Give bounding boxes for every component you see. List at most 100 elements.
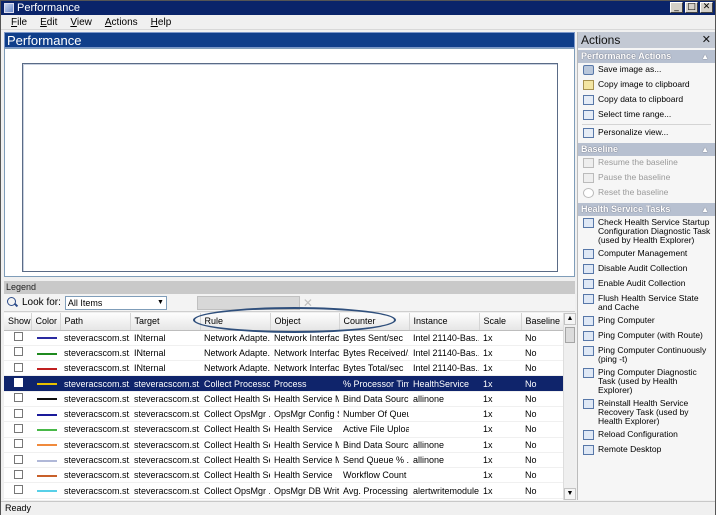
menu-actions[interactable]: Actions bbox=[105, 17, 138, 28]
column-header-path[interactable]: Path bbox=[60, 313, 131, 331]
table-row[interactable]: steveracscom.st... steveracscom.st... Coll… bbox=[4, 406, 563, 423]
color-cell bbox=[31, 421, 60, 438]
scroll-thumb[interactable] bbox=[565, 327, 575, 343]
menu-view[interactable]: View bbox=[70, 17, 92, 28]
column-header-target[interactable]: Target bbox=[130, 313, 201, 331]
performance-graph[interactable] bbox=[22, 63, 558, 272]
table-row[interactable]: steveracscom.st... steveracscom.st... Coll… bbox=[4, 391, 563, 407]
look-for-input[interactable]: ✕ bbox=[196, 295, 313, 310]
section-header[interactable]: Performance Actions ▲ bbox=[578, 50, 715, 63]
show-cell bbox=[4, 452, 31, 469]
column-header-object[interactable]: Object bbox=[270, 313, 340, 331]
look-for-label: Look for: bbox=[22, 297, 61, 308]
path-cell: steveracscom.st... bbox=[60, 421, 130, 438]
close-button[interactable]: ✕ bbox=[700, 2, 713, 13]
scale-cell: 1x bbox=[479, 406, 521, 423]
baseline-cell: No bbox=[521, 406, 563, 423]
show-checkbox[interactable] bbox=[14, 362, 23, 372]
action-item[interactable]: Disable Audit Collection bbox=[578, 262, 715, 277]
color-cell bbox=[31, 345, 60, 362]
table-row[interactable]: steveracscom.st... INternal Network Adapte… bbox=[4, 360, 563, 377]
show-checkbox[interactable] bbox=[14, 485, 23, 495]
table-row[interactable]: steveracscom.st... INternal Network Adapte… bbox=[4, 345, 563, 362]
legend-body: steveracscom.st... INternal Network Adapte… bbox=[4, 330, 563, 499]
action-item[interactable]: Reinstall Health Service Recovery Task (… bbox=[578, 397, 715, 428]
table-row[interactable]: steveracscom.st... INternal Network Adapte… bbox=[4, 330, 563, 346]
show-cell bbox=[4, 345, 31, 362]
column-header-instance[interactable]: Instance bbox=[409, 313, 480, 331]
menu-file[interactable]: File bbox=[11, 17, 27, 28]
table-row[interactable]: steveracscom.st... steveracscom.st... Coll… bbox=[4, 437, 563, 453]
table-row[interactable]: steveracscom.st... steveracscom.st... Coll… bbox=[4, 452, 563, 469]
column-header-baseline[interactable]: Baseline bbox=[521, 313, 563, 331]
scroll-up-icon[interactable]: ▲ bbox=[564, 313, 576, 325]
reset-icon bbox=[583, 188, 594, 198]
show-checkbox[interactable] bbox=[14, 439, 23, 449]
window-title: Performance bbox=[17, 2, 80, 14]
table-row[interactable]: steveracscom.st... steveracscom.st... Coll… bbox=[4, 421, 563, 438]
show-checkbox[interactable] bbox=[14, 423, 23, 433]
show-checkbox[interactable] bbox=[14, 454, 23, 464]
object-cell: Health Service M... bbox=[270, 391, 339, 407]
column-header-scale[interactable]: Scale bbox=[479, 313, 522, 331]
action-label: Enable Audit Collection bbox=[598, 278, 686, 288]
action-item[interactable]: Select time range... bbox=[578, 108, 715, 123]
action-item[interactable]: Personalize view... bbox=[578, 126, 715, 141]
look-for-value: All Items bbox=[67, 297, 103, 308]
collapse-chevron-icon[interactable]: ▲ bbox=[701, 50, 709, 63]
show-checkbox[interactable] bbox=[14, 332, 23, 342]
table-row[interactable]: steveracscom.st... steveracscom.st... Coll… bbox=[4, 467, 563, 484]
color-cell bbox=[31, 391, 60, 407]
rule-cell: Collect OpsMgr ... bbox=[200, 482, 270, 499]
look-for-select[interactable]: All Items ▼ bbox=[64, 295, 167, 310]
table-row[interactable]: steveracscom.st... steveracscom.st... Coll… bbox=[4, 482, 563, 499]
collapse-chevron-icon[interactable]: ▲ bbox=[701, 203, 709, 216]
instance-cell: HealthService bbox=[409, 375, 479, 392]
actions-sections: Performance Actions ▲ Save image as... Copy… bbox=[578, 50, 715, 458]
action-item[interactable]: Copy data to clipboard bbox=[578, 93, 715, 108]
target-cell: steveracscom.st... bbox=[130, 421, 200, 438]
series-color-swatch bbox=[37, 459, 57, 462]
menu-help[interactable]: Help bbox=[151, 17, 172, 28]
section-header[interactable]: Baseline ▲ bbox=[578, 143, 715, 156]
show-checkbox[interactable] bbox=[14, 469, 23, 479]
separator bbox=[582, 124, 711, 125]
action-item[interactable]: Save image as... bbox=[578, 63, 715, 78]
action-label: Disable Audit Collection bbox=[598, 263, 688, 273]
section-header[interactable]: Health Service Tasks ▲ bbox=[578, 203, 715, 216]
path-cell: steveracscom.st... bbox=[60, 375, 130, 392]
column-header-show[interactable]: Show bbox=[4, 313, 32, 331]
action-item[interactable]: Ping Computer Diagnostic Task (used by H… bbox=[578, 366, 715, 397]
scroll-down-icon[interactable]: ▼ bbox=[564, 488, 576, 500]
clear-icon[interactable]: ✕ bbox=[303, 296, 313, 310]
collapse-chevron-icon[interactable]: ▲ bbox=[701, 143, 709, 156]
column-header-counter[interactable]: Counter bbox=[339, 313, 410, 331]
action-item[interactable]: Ping Computer (with Route) bbox=[578, 329, 715, 344]
maximize-button[interactable]: □ bbox=[685, 2, 698, 13]
action-item[interactable]: Remote Desktop bbox=[578, 443, 715, 458]
close-pane-icon[interactable]: ✕ bbox=[702, 32, 711, 48]
action-item[interactable]: Copy image to clipboard bbox=[578, 78, 715, 93]
column-header-rule[interactable]: Rule bbox=[200, 313, 271, 331]
minimize-button[interactable]: _ bbox=[670, 2, 683, 13]
task-icon bbox=[583, 445, 594, 455]
legend-scrollbar[interactable]: ▲ ▼ bbox=[563, 313, 576, 500]
show-checkbox[interactable] bbox=[14, 347, 23, 357]
scale-cell: 1x bbox=[479, 330, 521, 346]
action-item[interactable]: Ping Computer bbox=[578, 314, 715, 329]
menu-edit[interactable]: Edit bbox=[40, 17, 57, 28]
action-item[interactable]: Enable Audit Collection bbox=[578, 277, 715, 292]
action-item[interactable]: Reload Configuration bbox=[578, 428, 715, 443]
show-checkbox[interactable] bbox=[14, 393, 23, 403]
show-checkbox[interactable] bbox=[14, 378, 23, 388]
action-item[interactable]: Computer Management bbox=[578, 247, 715, 262]
action-item[interactable]: Check Health Service Startup Configurati… bbox=[578, 216, 715, 247]
column-header-color[interactable]: Color bbox=[31, 313, 61, 331]
action-item[interactable]: Flush Health Service State and Cache bbox=[578, 292, 715, 314]
show-cell bbox=[4, 360, 31, 377]
show-checkbox[interactable] bbox=[14, 408, 23, 418]
action-item[interactable]: Ping Computer Continuously (ping -t) bbox=[578, 344, 715, 366]
table-row[interactable]: steveracscom.st... steveracscom.st... Coll… bbox=[4, 375, 563, 392]
task-icon bbox=[583, 430, 594, 440]
rule-cell: Network Adapte... bbox=[200, 345, 270, 362]
